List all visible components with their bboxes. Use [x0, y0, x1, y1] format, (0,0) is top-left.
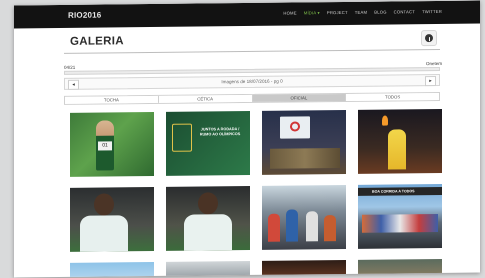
- pager: ◂ Imagens de 18/07/2016 - pg 0 ▸: [64, 73, 440, 90]
- crowd: [362, 213, 438, 233]
- tab-cetica[interactable]: CÉTICA: [158, 94, 253, 103]
- browser-screen: RIO2016 HOME MÍDIA ▾ PROJECT TEAM BLOG C…: [14, 0, 480, 278]
- title-divider: [64, 48, 440, 54]
- nav-item-home[interactable]: HOME: [283, 10, 296, 15]
- site-logo[interactable]: RIO2016: [68, 11, 101, 20]
- nav-item-midia[interactable]: MÍDIA ▾: [304, 10, 320, 15]
- main-nav: HOME MÍDIA ▾ PROJECT TEAM BLOG CONTACT T…: [283, 9, 442, 16]
- photo-thumb[interactable]: [166, 260, 250, 278]
- photo-thumb[interactable]: [262, 109, 346, 175]
- info-icon: [425, 34, 433, 43]
- photo-counter: 04/21: [64, 64, 76, 70]
- photo-thumb[interactable]: [262, 184, 346, 250]
- person-shirt: [80, 215, 128, 252]
- photo-thumb[interactable]: [70, 186, 154, 252]
- nav-item-blog[interactable]: BLOG: [374, 10, 386, 15]
- nav-item-team[interactable]: TEAM: [355, 10, 367, 15]
- next-page-button[interactable]: ▸: [425, 76, 436, 87]
- photo-thumb[interactable]: [262, 259, 346, 278]
- poster-text: JUNTOS A RODADA / RUMO AO OLÍMPICOS: [199, 127, 241, 136]
- bib-number: 01: [98, 141, 112, 151]
- runner-2: [286, 209, 298, 242]
- torch-bearer: [388, 129, 406, 170]
- photo-thumb[interactable]: JUNTOS A RODADA / RUMO AO OLÍMPICOS: [166, 110, 250, 176]
- tab-oficial[interactable]: OFICIAL: [252, 93, 347, 102]
- runner-3: [306, 211, 318, 242]
- runner-4: [324, 215, 336, 242]
- category-tabs: TOCHA CÉTICA OFICIAL TODOS: [64, 91, 440, 105]
- right-label: Onetem: [425, 60, 442, 67]
- photo-thumb[interactable]: [358, 258, 442, 278]
- photo-thumb[interactable]: [70, 261, 154, 278]
- nav-item-contact[interactable]: CONTACT: [394, 9, 415, 14]
- tab-tocha[interactable]: TOCHA: [65, 95, 159, 104]
- runner-1: [268, 213, 280, 242]
- tab-todos[interactable]: TODOS: [346, 92, 439, 101]
- person-head: [94, 193, 114, 216]
- nav-item-project[interactable]: PROJECT: [327, 10, 348, 15]
- photo-thumb[interactable]: [166, 185, 250, 251]
- poster-frame: [172, 123, 192, 152]
- person-head: [198, 192, 218, 215]
- race-banner-text: BOA CORRIDA A TODOS: [372, 189, 415, 194]
- info-button[interactable]: [421, 30, 437, 47]
- photo-thumb[interactable]: [358, 108, 442, 174]
- top-navbar: RIO2016 HOME MÍDIA ▾ PROJECT TEAM BLOG C…: [14, 0, 480, 29]
- torch-flame: [382, 115, 388, 126]
- pager-info: Imagens de 18/07/2016 - pg 0: [221, 78, 283, 85]
- page-title: GALERIA: [70, 35, 124, 48]
- stage-floor: [270, 148, 340, 169]
- photo-thumb[interactable]: 01: [70, 111, 154, 177]
- person-shirt: [184, 214, 232, 251]
- photo-thumb[interactable]: BOA CORRIDA A TODOS: [358, 183, 442, 249]
- event-logo: [290, 121, 300, 132]
- photo-grid: 01 JUNTOS A RODADA / RUMO AO OLÍMPICOS B…: [70, 108, 442, 278]
- nav-item-twitter[interactable]: TWITTER: [422, 9, 442, 14]
